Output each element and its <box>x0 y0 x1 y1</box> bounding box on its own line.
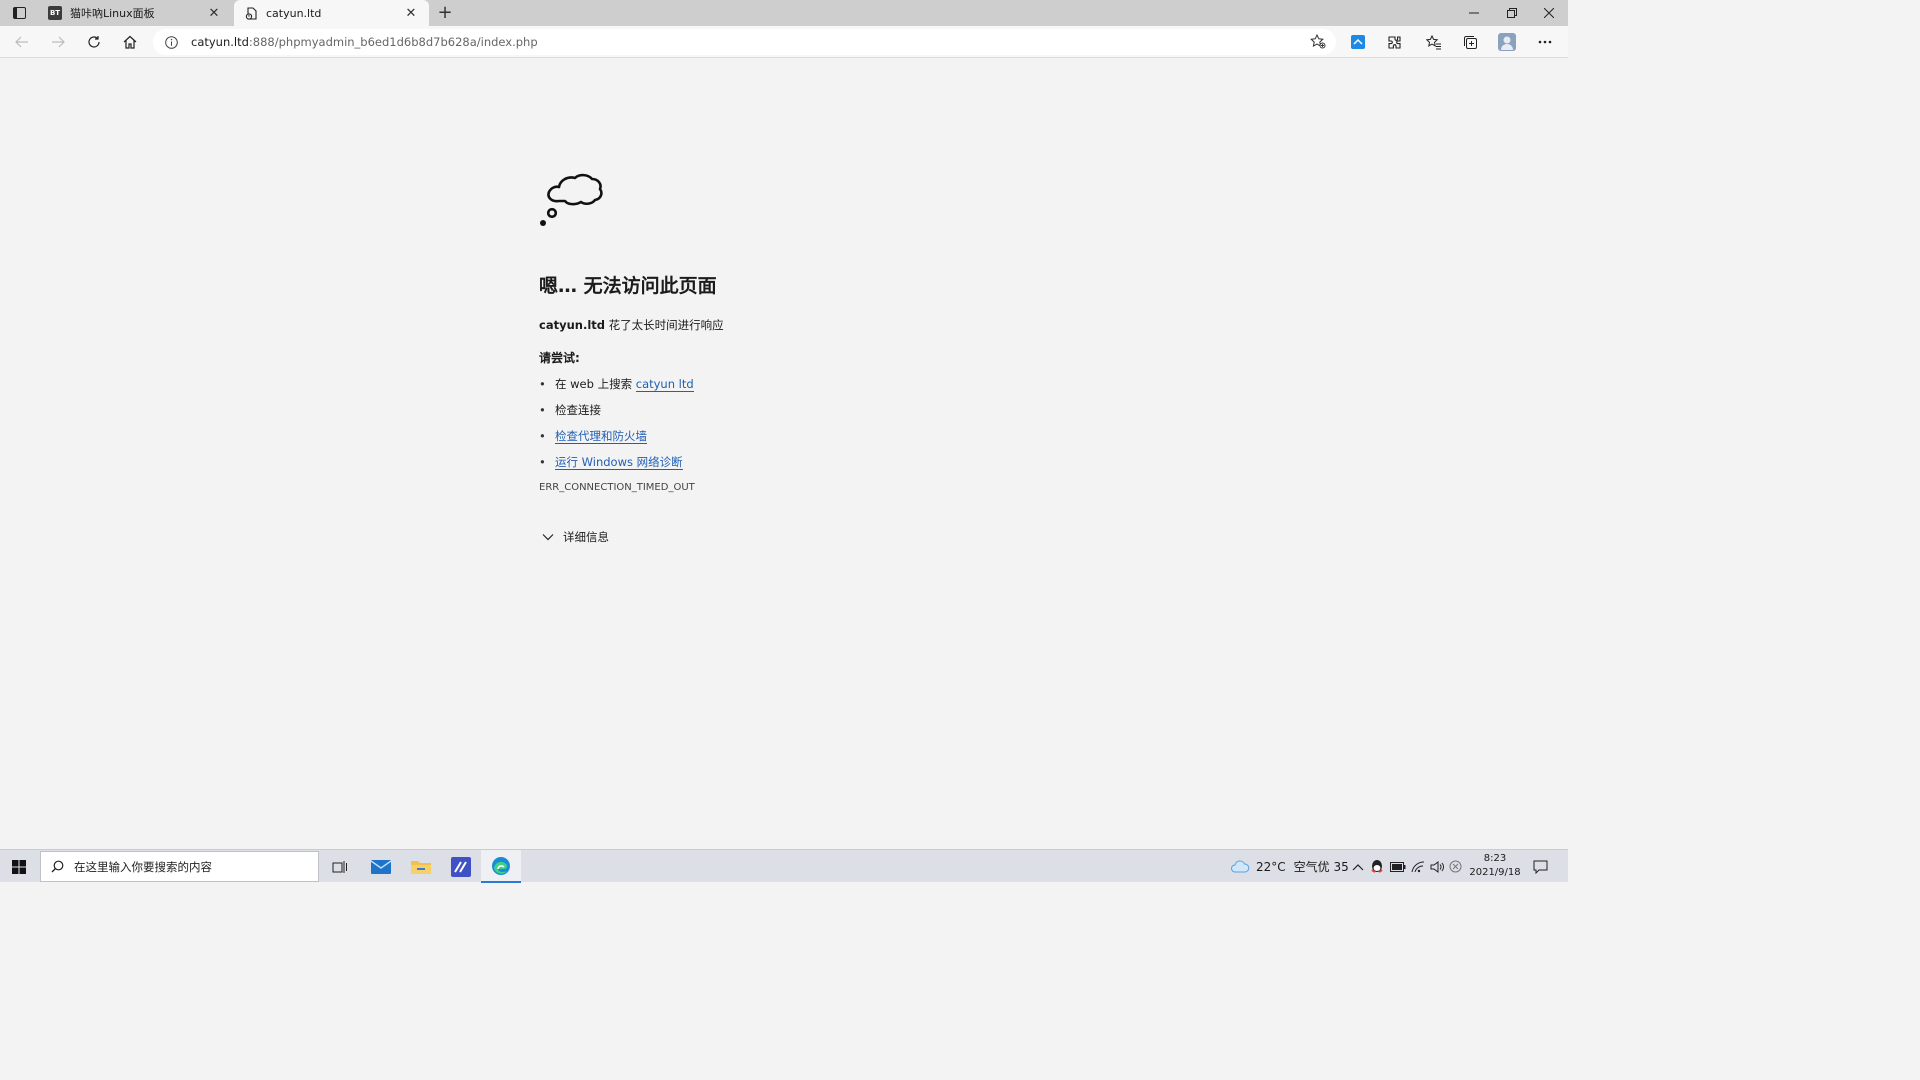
try-label: 请尝试: <box>539 351 580 365</box>
bt-favicon-icon: BT <box>48 6 62 20</box>
search-catyun-link[interactable]: catyun ltd <box>635 377 694 392</box>
air-quality: 空气优 35 <box>1293 860 1349 874</box>
error-code: ERR_CONNECTION_TIMED_OUT <box>539 482 695 493</box>
settings-more-icon[interactable] <box>1532 30 1558 54</box>
page-content: 嗯… 无法访问此页面 catyun.ltd 花了太长时间进行响应 请尝试: 在 … <box>0 58 1568 849</box>
site-info-icon[interactable] <box>163 34 179 50</box>
close-window-icon[interactable] <box>1530 0 1568 26</box>
qq-icon[interactable] <box>1370 850 1384 883</box>
extension-translate-icon[interactable] <box>1345 30 1371 54</box>
taskbar: 在这里输入你要搜索的内容 22°C 空气优 35 8:23 2021/9/18 <box>0 849 1568 883</box>
tab-title: catyun.ltd <box>266 6 322 20</box>
list-item: 在 web 上搜索 catyun ltd <box>539 374 1039 400</box>
error-message: catyun.ltd 花了太长时间进行响应 <box>539 317 1039 333</box>
file-explorer-icon[interactable] <box>401 850 441 883</box>
battery-icon[interactable] <box>1390 850 1406 883</box>
list-item: 运行 Windows 网络诊断 <box>539 452 1039 478</box>
tab-bt-panel[interactable]: BT 猫咔吶Linux面板 ✕ <box>38 0 232 26</box>
check-connection-text: 检查连接 <box>555 403 601 417</box>
suggestion-list: 在 web 上搜索 catyun ltd 检查连接 检查代理和防火墙 运行 Wi… <box>539 374 1039 478</box>
tab-catyun[interactable]: catyun.ltd ✕ <box>234 0 429 26</box>
code-editor-app-icon[interactable] <box>441 850 481 883</box>
thought-cloud-icon <box>540 173 603 226</box>
address-bar[interactable]: catyun.ltd:888/phpmyadmin_b6ed1d6b8d7b62… <box>153 29 1336 55</box>
url-host: catyun.ltd <box>191 35 249 49</box>
page-error-favicon-icon <box>244 6 258 20</box>
search-placeholder: 在这里输入你要搜索的内容 <box>74 859 212 874</box>
tab-actions-icon[interactable] <box>8 4 30 22</box>
task-view-icon[interactable] <box>320 850 360 883</box>
windows-logo-icon <box>12 859 26 874</box>
extensions-icon[interactable] <box>1381 30 1407 54</box>
chevron-down-icon <box>542 534 554 541</box>
search-web-text: 在 web 上搜索 <box>555 377 633 391</box>
error-panel: 嗯… 无法访问此页面 catyun.ltd 花了太长时间进行响应 请尝试: 在 … <box>539 168 1039 545</box>
edge-browser-icon[interactable] <box>481 850 521 883</box>
tab-title: 猫咔吶Linux面板 <box>70 7 155 20</box>
profile-avatar-icon[interactable] <box>1494 30 1520 54</box>
browser-toolbar: catyun.ltd:888/phpmyadmin_b6ed1d6b8d7b62… <box>0 26 1568 58</box>
refresh-icon[interactable] <box>81 30 107 54</box>
forward-icon[interactable] <box>45 30 71 54</box>
tab-strip: BT 猫咔吶Linux面板 ✕ catyun.ltd ✕ + <box>0 0 1568 26</box>
clock-time: 8:23 <box>1483 853 1507 864</box>
check-proxy-firewall-link[interactable]: 检查代理和防火墙 <box>555 429 647 444</box>
weather-temp: 22°C <box>1256 859 1286 874</box>
details-toggle[interactable]: 详细信息 <box>539 529 1039 545</box>
notification-center-icon[interactable] <box>1533 850 1548 883</box>
system-clock[interactable]: 8:23 2021/9/18 <box>1466 852 1524 880</box>
volume-icon[interactable] <box>1430 850 1444 883</box>
list-item: 检查代理和防火墙 <box>539 426 1039 452</box>
details-label: 详细信息 <box>563 530 609 544</box>
run-network-diagnostics-link[interactable]: 运行 Windows 网络诊断 <box>555 455 683 470</box>
tray-overflow-icon[interactable] <box>1352 850 1364 883</box>
list-item: 检查连接 <box>539 400 1039 426</box>
network-icon[interactable] <box>1411 850 1425 883</box>
back-icon[interactable] <box>9 30 35 54</box>
new-tab-button[interactable]: + <box>434 3 456 23</box>
add-favorite-icon[interactable] <box>1310 33 1328 50</box>
search-icon <box>51 860 64 873</box>
start-button[interactable] <box>0 850 38 883</box>
weather-widget[interactable]: 22°C 空气优 35 <box>1230 850 1349 883</box>
error-title: 嗯… 无法访问此页面 <box>539 275 717 297</box>
favorites-icon[interactable] <box>1421 30 1447 54</box>
restore-icon[interactable] <box>1493 0 1531 26</box>
minimize-icon[interactable] <box>1455 0 1493 26</box>
error-message-text: 花了太长时间进行响应 <box>608 318 724 332</box>
url-path: :888/phpmyadmin_b6ed1d6b8d7b628a/index.p… <box>248 35 538 49</box>
taskbar-search-input[interactable]: 在这里输入你要搜索的内容 <box>40 851 319 882</box>
tab-close-icon[interactable]: ✕ <box>206 5 222 21</box>
tab-close-icon[interactable]: ✕ <box>403 5 419 21</box>
clock-date: 2021/9/18 <box>1469 867 1521 878</box>
cloud-weather-icon <box>1231 859 1250 872</box>
mail-app-icon[interactable] <box>361 850 401 883</box>
error-host: catyun.ltd <box>539 318 605 332</box>
ime-status-icon[interactable] <box>1449 850 1462 883</box>
home-icon[interactable] <box>117 30 143 54</box>
collections-icon[interactable] <box>1457 30 1483 54</box>
